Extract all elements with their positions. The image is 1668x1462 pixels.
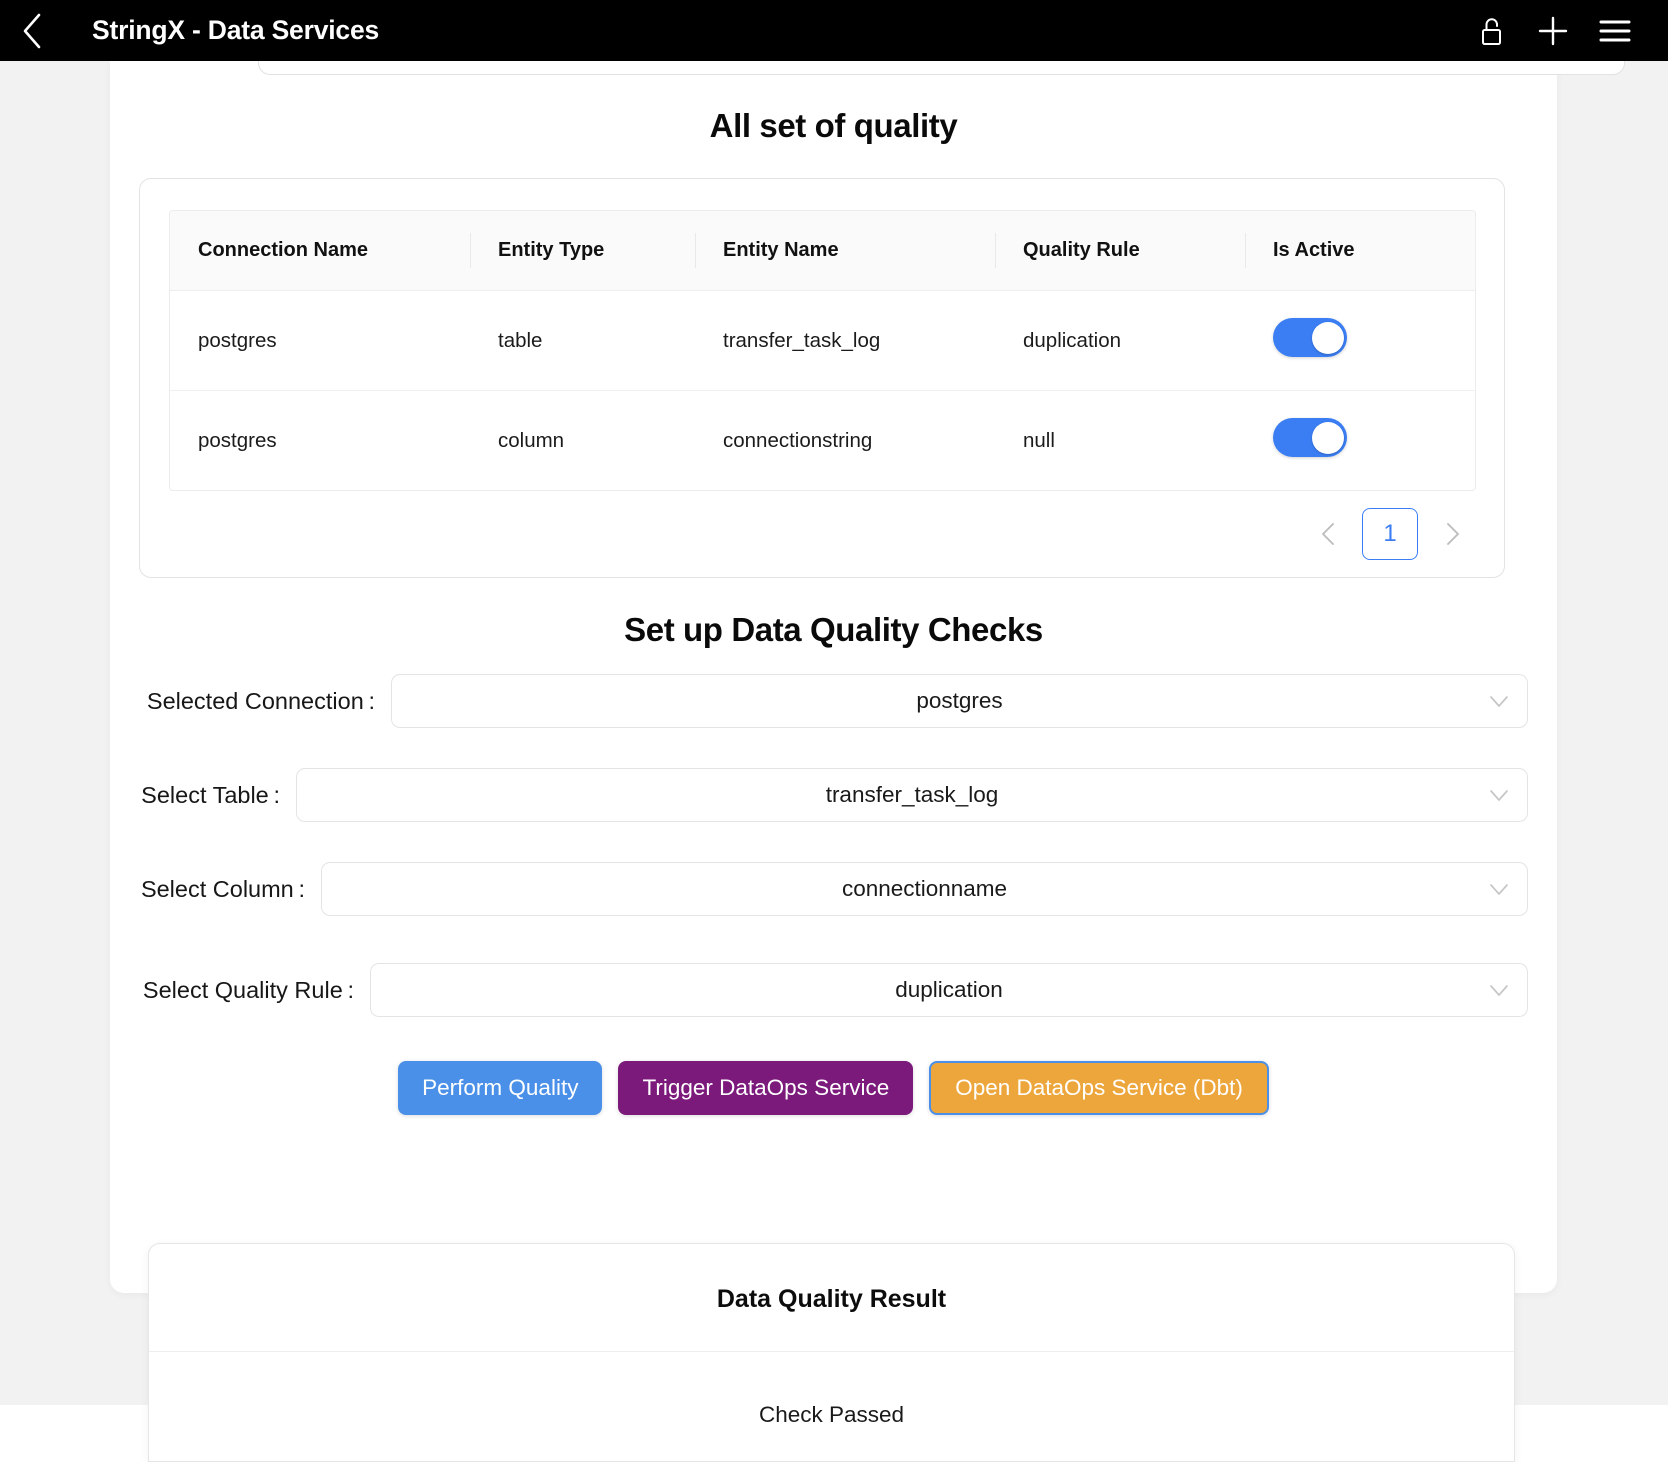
column-header-entity-type: Entity Type <box>470 211 695 291</box>
page-title-set-up-data-quality-checks: Set up Data Quality Checks <box>110 611 1557 649</box>
action-button-row: Perform Quality Trigger DataOps Service … <box>110 1061 1557 1115</box>
app-title: StringX - Data Services <box>92 15 379 46</box>
cell-entity-type: table <box>470 291 695 391</box>
select-column-select[interactable]: connectionname <box>321 862 1528 916</box>
select-table-select[interactable]: transfer_task_log <box>296 768 1528 822</box>
column-header-is-active: Is Active <box>1245 211 1476 291</box>
select-column-value: connectionname <box>842 876 1007 902</box>
is-active-toggle[interactable] <box>1273 318 1347 357</box>
menu-button[interactable] <box>1584 0 1646 61</box>
cell-connection-name: postgres <box>170 291 470 391</box>
column-header-quality-rule: Quality Rule <box>995 211 1245 291</box>
trigger-dataops-service-button[interactable]: Trigger DataOps Service <box>618 1061 913 1115</box>
add-button[interactable] <box>1522 0 1584 61</box>
selected-connection-value: postgres <box>916 688 1002 714</box>
select-table-value: transfer_task_log <box>826 782 999 808</box>
form-row-select-quality-rule: Select Quality Rule : duplication <box>110 963 1557 1017</box>
chevron-down-icon <box>1489 876 1509 902</box>
cell-entity-type: column <box>470 391 695 491</box>
pagination-page-1-button[interactable]: 1 <box>1362 508 1418 560</box>
chevron-left-icon <box>1320 522 1335 546</box>
toggle-knob <box>1312 422 1344 454</box>
quality-table: Connection Name Entity Type Entity Name … <box>170 211 1476 490</box>
main-content-panel: All set of quality Connection Name Entit… <box>110 61 1557 1293</box>
pagination-next-button[interactable] <box>1436 514 1470 554</box>
data-quality-result-title: Data Quality Result <box>149 1244 1514 1352</box>
cell-quality-rule: null <box>995 391 1245 491</box>
toggle-knob <box>1312 322 1344 354</box>
table-row: postgres table transfer_task_log duplica… <box>170 291 1476 391</box>
form-row-select-table: Select Table : transfer_task_log <box>110 768 1557 822</box>
label-select-table: Select Table : <box>139 782 296 809</box>
cell-quality-rule: duplication <box>995 291 1245 391</box>
app-bar: StringX - Data Services <box>0 0 1668 61</box>
label-select-quality-rule: Select Quality Rule : <box>139 977 370 1004</box>
table-row: postgres column connectionstring null <box>170 391 1476 491</box>
form-row-select-column: Select Column : connectionname <box>110 862 1557 916</box>
quality-table-wrapper: Connection Name Entity Type Entity Name … <box>169 210 1476 491</box>
quality-set-card: Connection Name Entity Type Entity Name … <box>139 178 1505 578</box>
select-quality-rule-value: duplication <box>895 977 1003 1003</box>
label-select-column: Select Column : <box>139 876 321 903</box>
column-header-entity-name: Entity Name <box>695 211 995 291</box>
unlock-button[interactable] <box>1460 0 1522 61</box>
unlock-icon <box>1477 14 1505 48</box>
hamburger-menu-icon <box>1598 17 1632 45</box>
plus-icon <box>1536 14 1570 48</box>
chevron-down-icon <box>1489 688 1509 714</box>
app-bar-actions <box>1460 0 1668 61</box>
data-quality-result-status: Check Passed <box>149 1352 1514 1428</box>
form-row-selected-connection: Selected Connection : postgres <box>110 674 1557 728</box>
perform-quality-button[interactable]: Perform Quality <box>398 1061 602 1115</box>
chevron-left-icon <box>21 12 43 50</box>
pagination-prev-button[interactable] <box>1310 514 1344 554</box>
page-title-all-set-of-quality: All set of quality <box>110 107 1557 145</box>
chevron-down-icon <box>1489 782 1509 808</box>
chevron-down-icon <box>1489 977 1509 1003</box>
back-button[interactable] <box>0 0 64 61</box>
selected-connection-select[interactable]: postgres <box>391 674 1528 728</box>
chevron-right-icon <box>1446 522 1461 546</box>
cell-entity-name: transfer_task_log <box>695 291 995 391</box>
table-header-row: Connection Name Entity Type Entity Name … <box>170 211 1476 291</box>
open-dataops-service-dbt-button[interactable]: Open DataOps Service (Dbt) <box>929 1061 1269 1115</box>
cell-connection-name: postgres <box>170 391 470 491</box>
label-selected-connection: Selected Connection : <box>139 688 391 715</box>
pagination: 1 <box>1310 508 1470 560</box>
column-header-connection-name: Connection Name <box>170 211 470 291</box>
is-active-toggle[interactable] <box>1273 418 1347 457</box>
select-quality-rule-select[interactable]: duplication <box>370 963 1528 1017</box>
data-quality-result-card: Data Quality Result Check Passed <box>148 1243 1515 1462</box>
cell-entity-name: connectionstring <box>695 391 995 491</box>
